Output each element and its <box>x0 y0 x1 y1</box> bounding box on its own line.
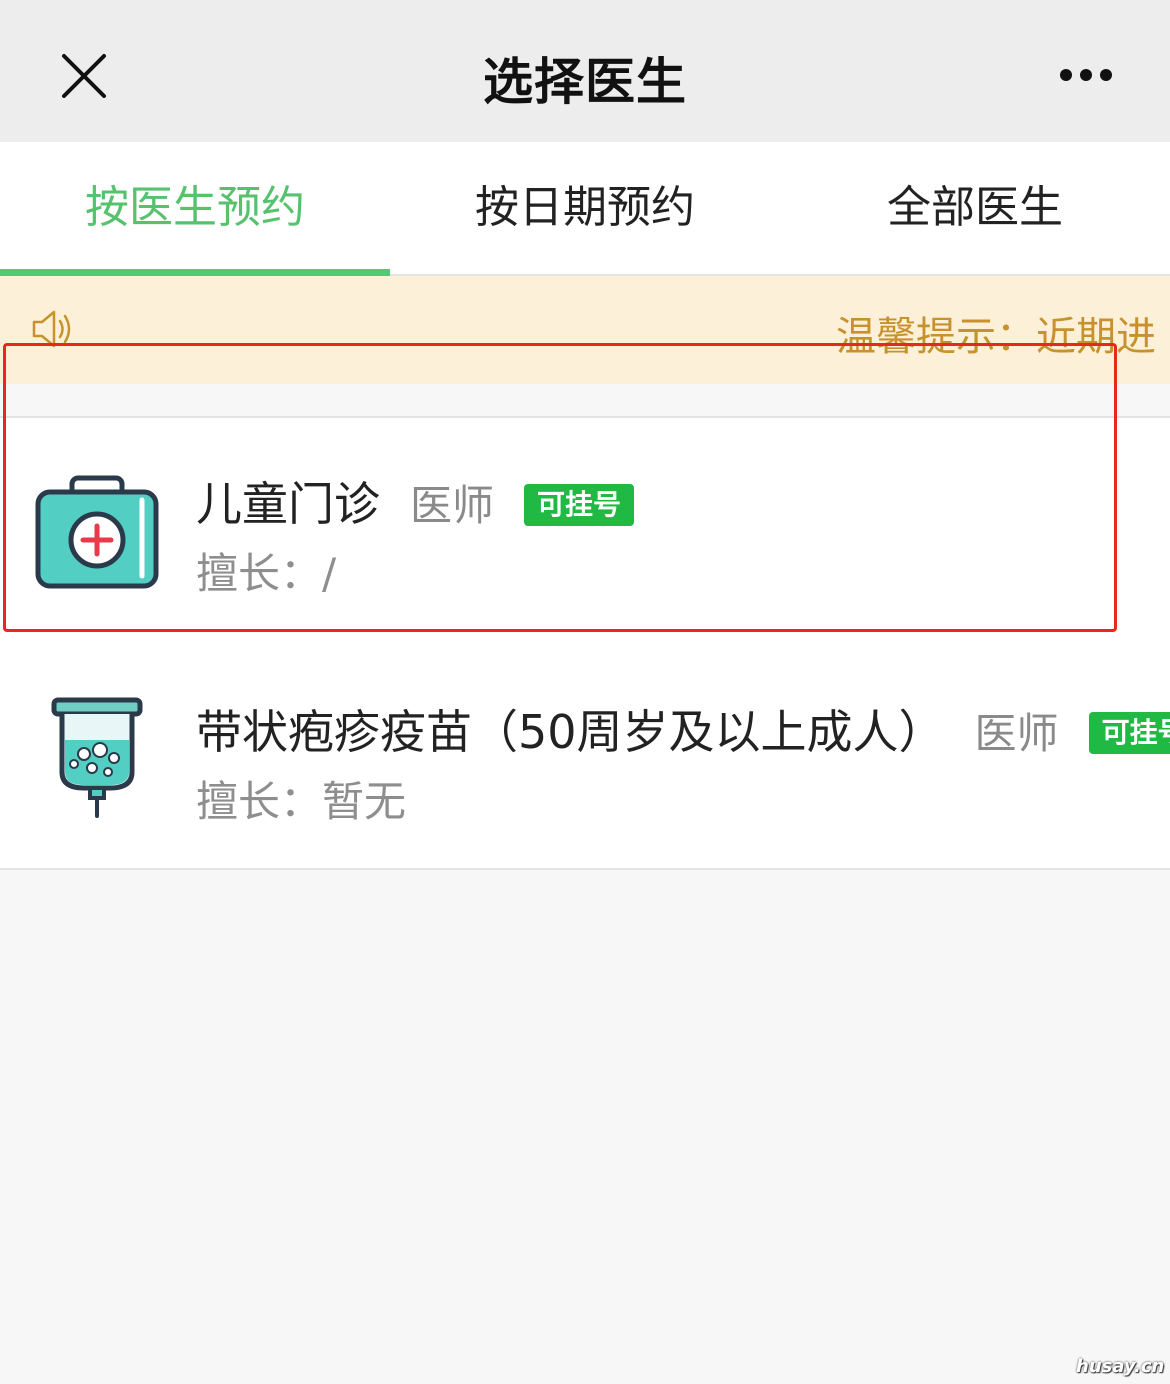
more-dots-icon[interactable] <box>1056 62 1116 88</box>
doctor-specialty: 擅长：/ <box>196 549 337 598</box>
notice-text: 温馨提示：近期进 <box>836 314 1156 360</box>
tab-bar: 按医生预约 按日期预约 全部医生 <box>0 142 1170 276</box>
tab-by-date[interactable]: 按日期预约 <box>390 142 780 274</box>
watermark: husay.cn <box>1076 1356 1165 1377</box>
page-title: 选择医生 <box>483 53 687 111</box>
doctor-role: 医师 <box>974 709 1059 758</box>
doctor-item[interactable]: 儿童门诊 医师 可挂号 擅长：/ <box>0 418 1170 644</box>
medical-kit-icon <box>35 475 159 589</box>
status-badge: 可挂号 <box>524 484 635 526</box>
status-badge: 可挂号 <box>1088 712 1170 754</box>
doctor-specialty: 擅长：暂无 <box>196 777 407 826</box>
navigation-bar: 选择医生 <box>0 0 1170 142</box>
speaker-icon <box>32 310 71 348</box>
tab-by-doctor[interactable]: 按医生预约 <box>0 142 390 274</box>
doctor-role: 医师 <box>410 481 495 530</box>
doctor-name: 带状疱疹疫苗（50周岁及以上成人） 医师可挂号 <box>196 696 1170 762</box>
doctor-list: 儿童门诊医师可挂号 擅长：/ 带状疱疹疫苗（50周岁及以上成人）医师可挂号 擅长… <box>0 416 1170 870</box>
vaccine-bottle-icon <box>51 697 143 818</box>
notice-banner[interactable]: 温馨提示：近期进 <box>0 276 1170 384</box>
doctor-name: 儿童门诊 医师 可挂号 <box>196 468 635 534</box>
doctor-item[interactable]: 带状疱疹疫苗（50周岁及以上成人） 医师可挂号 擅长：暂无 <box>0 646 1170 872</box>
doctor-name-text: 儿童门诊 <box>196 477 380 531</box>
doctor-name-text: 带状疱疹疫苗（50周岁及以上成人） <box>196 705 945 759</box>
tab-all-doctors[interactable]: 全部医生 <box>780 142 1170 274</box>
active-tab-indicator <box>0 269 390 276</box>
